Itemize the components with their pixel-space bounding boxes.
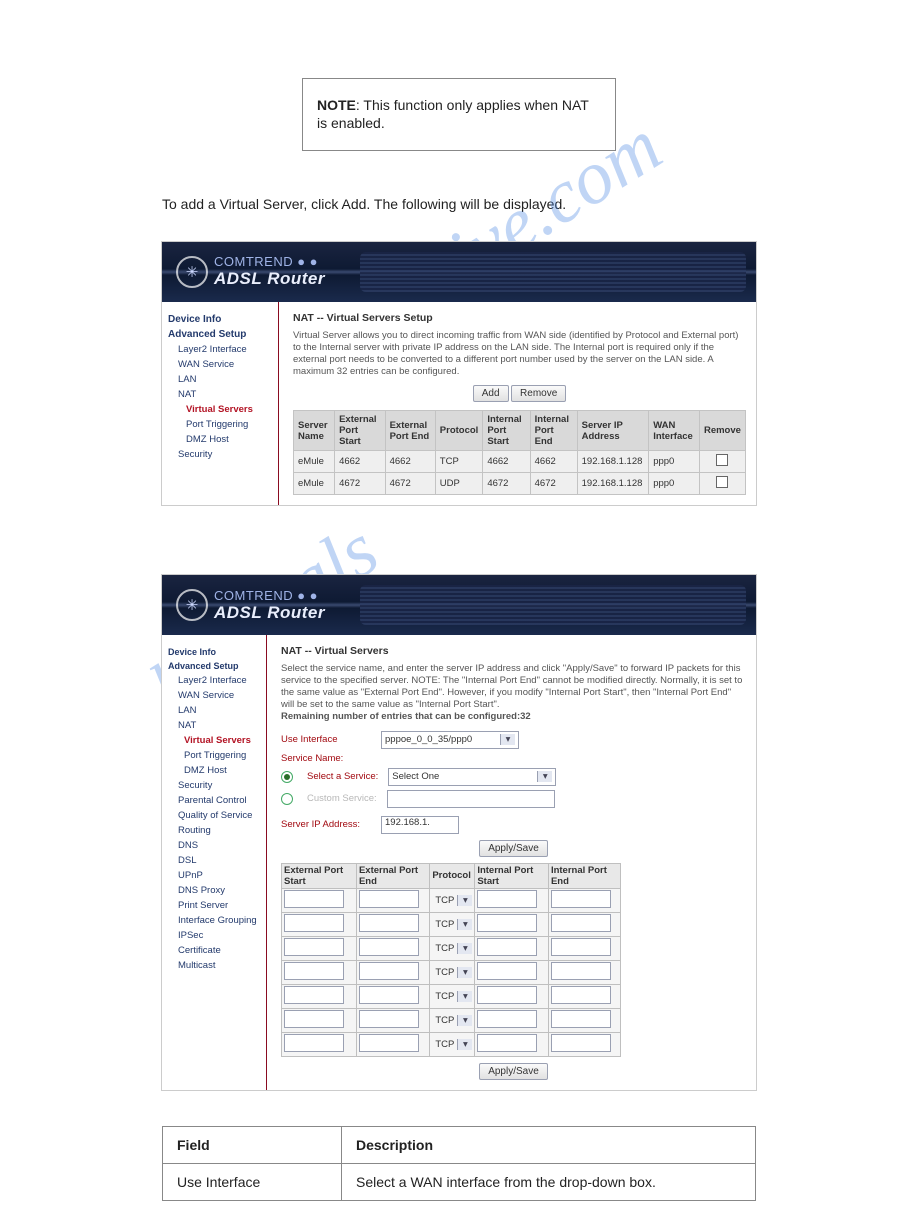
chevron-down-icon[interactable]: ▾: [457, 1015, 472, 1026]
chevron-down-icon[interactable]: ▾: [457, 967, 472, 978]
sidebar-wan-service[interactable]: WAN Service: [168, 688, 266, 703]
gear-icon: ✳: [176, 589, 208, 621]
chevron-down-icon: ▾: [537, 771, 552, 782]
sidebar-device-info[interactable]: Device Info: [168, 312, 278, 327]
sidebar-lan[interactable]: LAN: [168, 372, 278, 387]
table-row: TCP▾: [282, 888, 621, 912]
sidebar-layer2[interactable]: Layer2 Interface: [168, 342, 278, 357]
section-desc: Virtual Server allows you to direct inco…: [293, 330, 746, 378]
sidebar-port-triggering[interactable]: Port Triggering: [168, 417, 278, 432]
custom-service-label: Custom Service:: [307, 793, 377, 804]
remove-button[interactable]: Remove: [511, 385, 566, 402]
server-ip-label: Server IP Address:: [281, 819, 371, 830]
note-label: NOTE: [317, 97, 356, 113]
chevron-down-icon[interactable]: ▾: [457, 919, 472, 930]
sidebar: Device Info Advanced Setup Layer2 Interf…: [162, 635, 267, 1089]
remove-checkbox[interactable]: [716, 476, 728, 488]
sidebar-wan-service[interactable]: WAN Service: [168, 357, 278, 372]
select-service-radio[interactable]: [281, 771, 293, 783]
add-button[interactable]: Add: [473, 385, 509, 402]
screenshot-virtual-servers-list: ✳ COMTREND ● ● ADSL Router Device Info A…: [162, 242, 756, 506]
virtual-servers-table: Server Name External Port Start External…: [293, 410, 746, 495]
table-row: TCP▾: [282, 1032, 621, 1056]
table-row: TCP▾: [282, 936, 621, 960]
sidebar-interface-grouping[interactable]: Interface Grouping: [168, 913, 266, 928]
sidebar-dns[interactable]: DNS: [168, 838, 266, 853]
custom-service-radio[interactable]: [281, 793, 293, 805]
sidebar-layer2[interactable]: Layer2 Interface: [168, 673, 266, 688]
remove-checkbox[interactable]: [716, 454, 728, 466]
chevron-down-icon[interactable]: ▾: [457, 1039, 472, 1050]
sidebar-parental-control[interactable]: Parental Control: [168, 793, 266, 808]
apply-save-button-top[interactable]: Apply/Save: [479, 840, 548, 857]
sidebar: Device Info Advanced Setup Layer2 Interf…: [162, 302, 279, 506]
sidebar-dmz-host[interactable]: DMZ Host: [168, 763, 266, 778]
table-row: eMule46624662TCP46624662192.168.1.128ppp…: [294, 451, 746, 473]
select-service-label: Select a Service:: [307, 771, 378, 782]
chevron-down-icon[interactable]: ▾: [457, 991, 472, 1002]
sidebar-security[interactable]: Security: [168, 778, 266, 793]
sidebar-ipsec[interactable]: IPSec: [168, 928, 266, 943]
section-title: NAT -- Virtual Servers Setup: [293, 312, 746, 324]
select-service-dropdown[interactable]: Select One▾: [388, 768, 556, 786]
banner: ✳ COMTREND ● ● ADSL Router: [162, 575, 756, 635]
sidebar-multicast[interactable]: Multicast: [168, 958, 266, 973]
sidebar-virtual-servers[interactable]: Virtual Servers: [168, 402, 278, 417]
table-row: TCP▾: [282, 984, 621, 1008]
section-title: NAT -- Virtual Servers: [281, 645, 746, 657]
table-row: eMule46724672UDP46724672192.168.1.128ppp…: [294, 473, 746, 495]
sidebar-dmz-host[interactable]: DMZ Host: [168, 432, 278, 447]
apply-save-button-bottom[interactable]: Apply/Save: [479, 1063, 548, 1080]
table-row: TCP▾: [282, 960, 621, 984]
note-text: : This function only applies when NAT is…: [317, 97, 589, 131]
gear-icon: ✳: [176, 256, 208, 288]
note-box: NOTE: This function only applies when NA…: [302, 78, 616, 151]
sidebar-certificate[interactable]: Certificate: [168, 943, 266, 958]
sidebar-qos[interactable]: Quality of Service: [168, 808, 266, 823]
custom-service-input[interactable]: [387, 790, 555, 808]
sidebar-dns-proxy[interactable]: DNS Proxy: [168, 883, 266, 898]
sidebar-port-triggering[interactable]: Port Triggering: [168, 748, 266, 763]
sidebar-device-info[interactable]: Device Info: [168, 645, 266, 659]
use-interface-label: Use Interface: [281, 734, 371, 745]
section-desc: Select the service name, and enter the s…: [281, 663, 746, 722]
sidebar-lan[interactable]: LAN: [168, 703, 266, 718]
table-row: TCP▾: [282, 1008, 621, 1032]
banner: ✳ COMTREND ● ● ADSL Router: [162, 242, 756, 302]
brand-text: COMTREND ● ● ADSL Router: [214, 588, 325, 623]
sidebar-print-server[interactable]: Print Server: [168, 898, 266, 913]
screenshot-virtual-servers-add: ✳ COMTREND ● ● ADSL Router Device Info A…: [162, 575, 756, 1089]
sidebar-upnp[interactable]: UPnP: [168, 868, 266, 883]
field-description-table: FieldDescription Use InterfaceSelect a W…: [162, 1126, 756, 1201]
sidebar-advanced-setup[interactable]: Advanced Setup: [168, 327, 278, 342]
server-ip-input[interactable]: 192.168.1.: [381, 816, 459, 834]
sidebar-security[interactable]: Security: [168, 447, 278, 462]
intro-text: To add a Virtual Server, click Add. The …: [162, 195, 756, 214]
brand-text: COMTREND ● ● ADSL Router: [214, 254, 325, 289]
use-interface-select[interactable]: pppoe_0_0_35/ppp0▾: [381, 731, 519, 749]
chevron-down-icon[interactable]: ▾: [457, 895, 472, 906]
table-row: TCP▾: [282, 912, 621, 936]
port-entry-table: External Port Start External Port End Pr…: [281, 863, 621, 1057]
sidebar-dsl[interactable]: DSL: [168, 853, 266, 868]
sidebar-virtual-servers[interactable]: Virtual Servers: [168, 733, 266, 748]
chevron-down-icon: ▾: [500, 734, 515, 745]
sidebar-nat[interactable]: NAT: [168, 387, 278, 402]
sidebar-nat[interactable]: NAT: [168, 718, 266, 733]
sidebar-routing[interactable]: Routing: [168, 823, 266, 838]
service-name-label: Service Name:: [281, 753, 343, 764]
chevron-down-icon[interactable]: ▾: [457, 943, 472, 954]
sidebar-advanced-setup[interactable]: Advanced Setup: [168, 659, 266, 673]
